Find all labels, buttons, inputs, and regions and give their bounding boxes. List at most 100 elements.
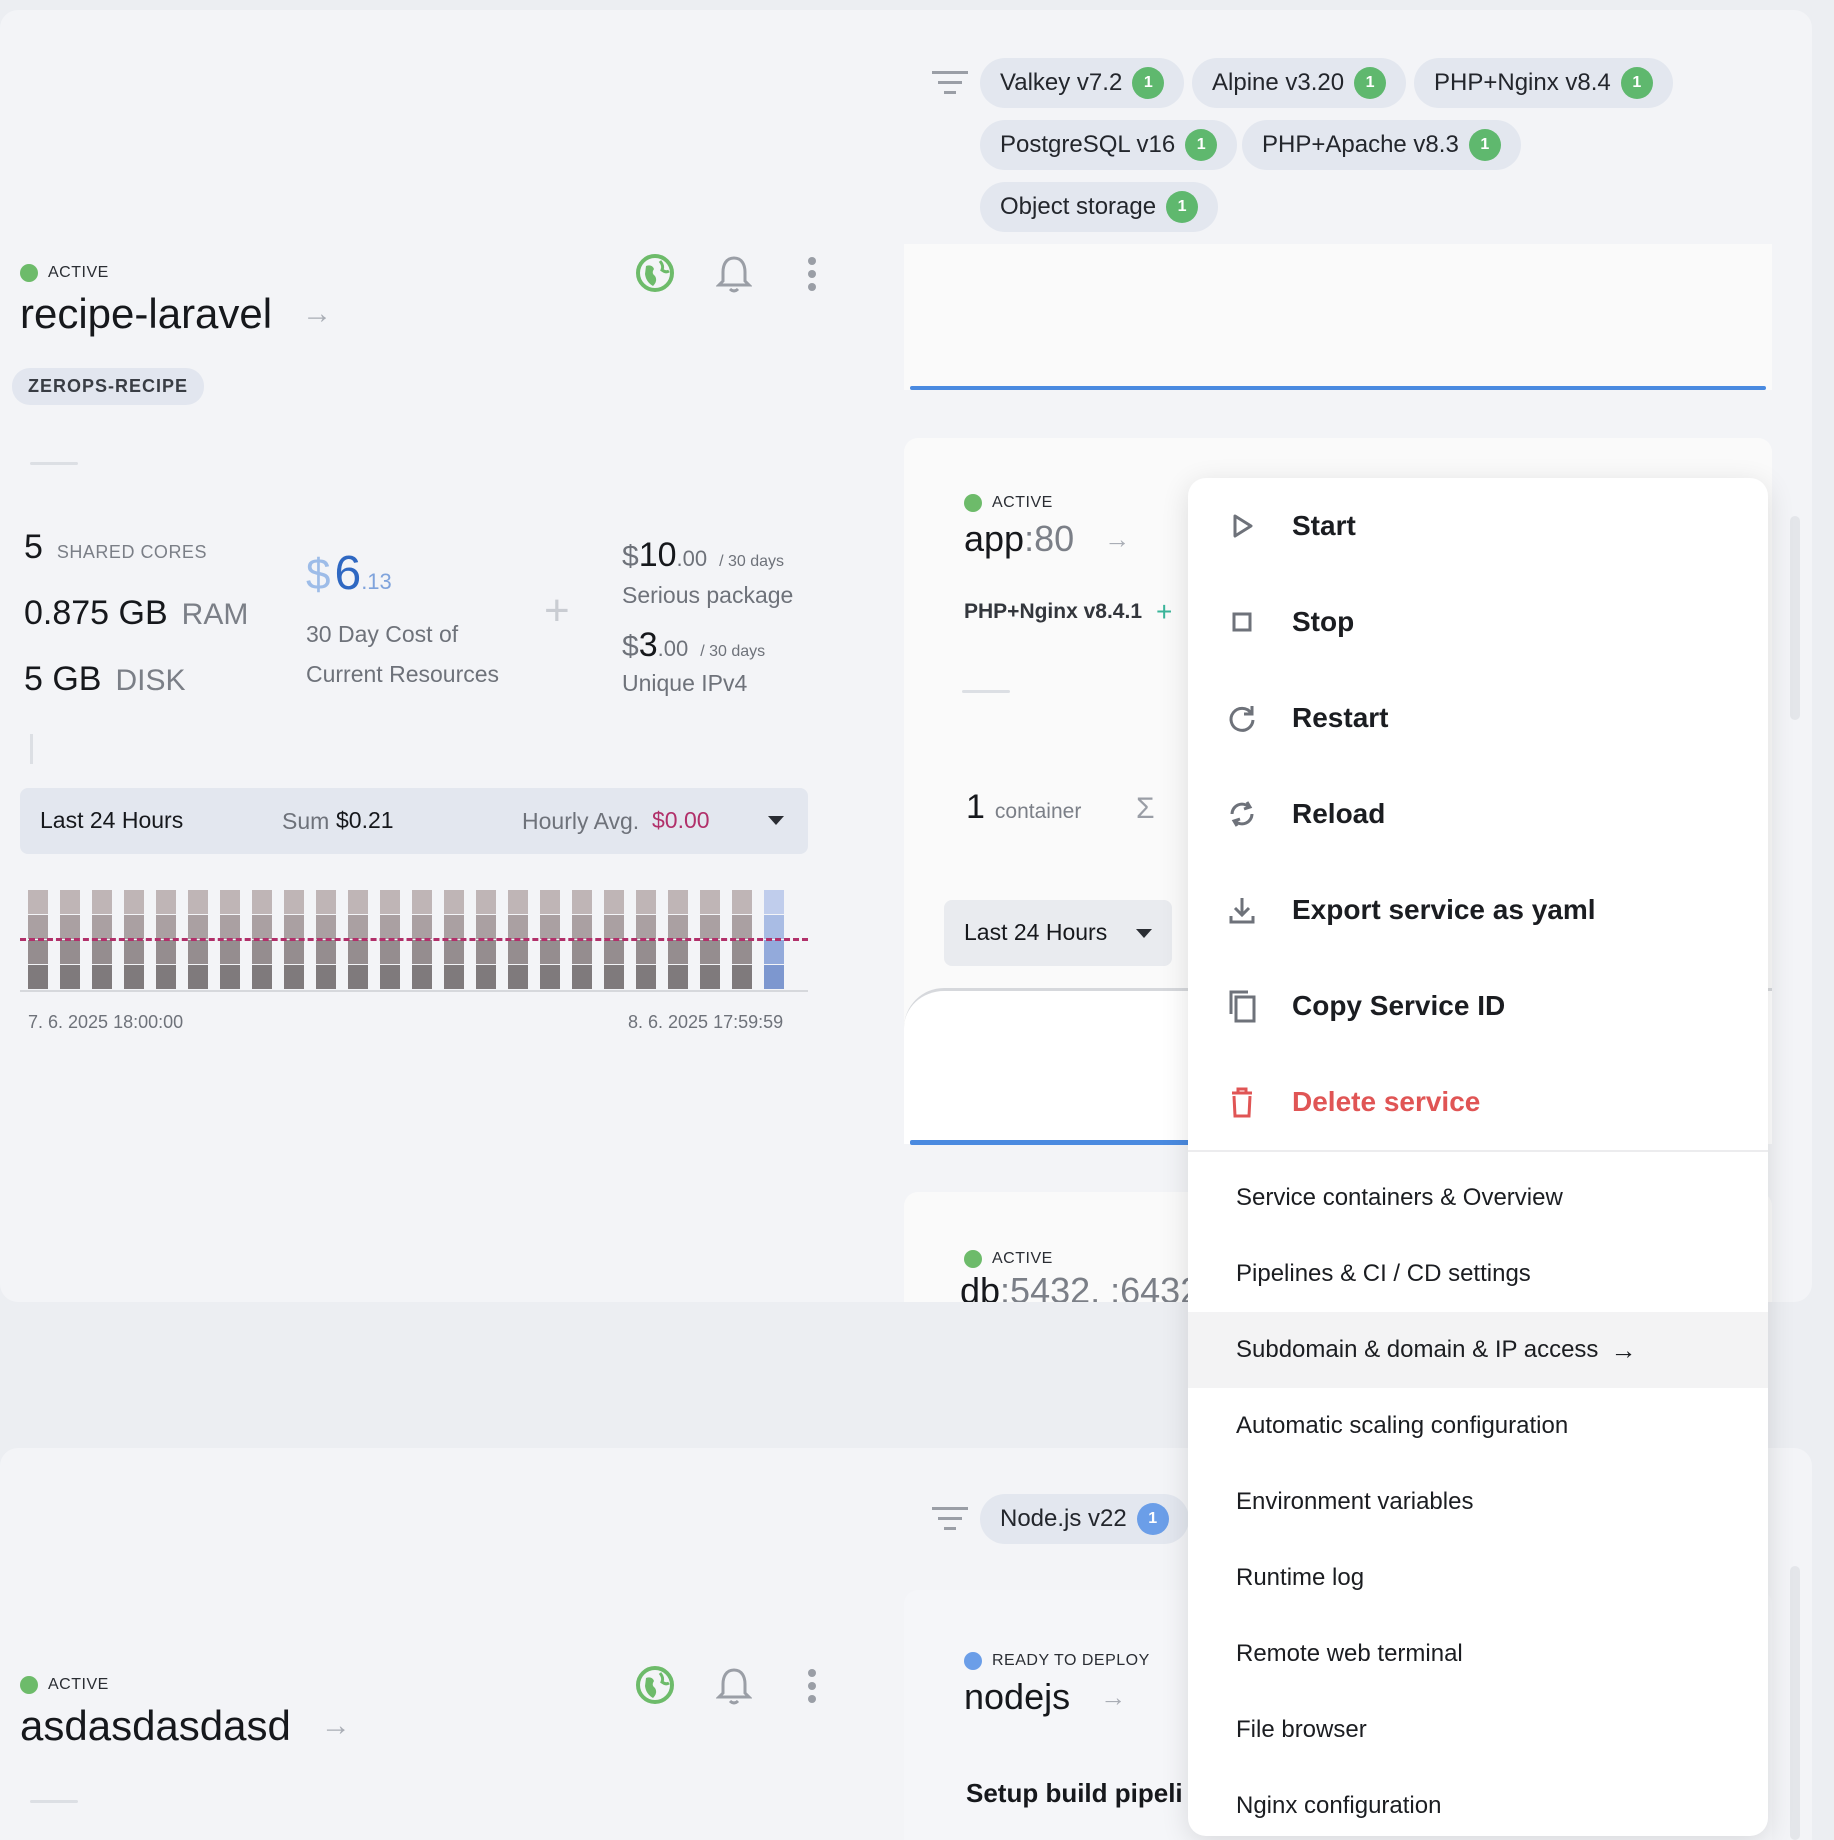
more-vert-icon[interactable] [806,1668,818,1704]
chart-bar-segment [732,940,752,964]
chart-bar-segment [700,940,720,964]
chart-bar-segment [700,965,720,989]
project-name[interactable]: recipe-laravel [20,290,272,338]
cores-label: SHARED CORES [56,542,207,562]
filter-chip[interactable]: PHP+Apache v8.3 1 [1242,120,1521,170]
menu-item-start[interactable]: Start [1188,478,1768,574]
more-vert-icon[interactable] [806,256,818,292]
containers-value: 1 [966,788,985,826]
menu-item-copy-id[interactable]: Copy Service ID [1188,958,1768,1054]
filter-icon[interactable] [932,70,968,96]
globe-icon[interactable] [636,254,674,292]
chip-label: PostgreSQL v16 [1000,131,1176,158]
menu-item-restart[interactable]: Restart [1188,670,1768,766]
scrollbar[interactable] [1790,1566,1800,1840]
cost-range-selector[interactable]: Last 24 Hours Sum $0.21 Hourly Avg. $0.0… [20,788,808,854]
chart-bar-segment [124,915,144,939]
ipv4-price: $ 3 .00 / 30 days [622,626,765,665]
arrow-right-icon[interactable]: → [1100,1682,1126,1713]
menu-item-stop[interactable]: Stop [1188,574,1768,670]
chart-bar-segment [252,915,272,939]
bell-icon[interactable] [715,254,753,294]
nodejs-title-row[interactable]: nodejs → [964,1676,1126,1718]
chart-bar-segment [124,940,144,964]
filter-chip[interactable]: PostgreSQL v16 1 [980,120,1238,170]
menu-link-pipelines[interactable]: Pipelines & CI / CD settings [1188,1236,1768,1312]
arrow-right-icon[interactable]: → [302,297,332,331]
nodejs-setup[interactable]: Setup build pipeli [966,1778,1190,1809]
app-port: :80 [1024,518,1075,559]
chart-bar-segment [156,940,176,964]
package-period: / 30 days [719,553,785,570]
arrow-right-icon[interactable]: → [321,1709,351,1743]
chart-bar-segment [316,940,336,964]
app-range-selector[interactable]: Last 24 Hours [944,900,1172,966]
menu-link-nginx-config[interactable]: Nginx configuration [1188,1768,1768,1840]
project-status: ACTIVE [20,264,109,282]
chart-avg-line [20,938,808,941]
project-title-row[interactable]: recipe-laravel → [20,290,332,338]
menu-link-containers[interactable]: Service containers & Overview [1188,1160,1768,1236]
status-dot [964,1652,982,1670]
project-name[interactable]: asdasdasdasd [20,1702,291,1750]
filter-chip[interactable]: Node.js v22 1 [980,1494,1189,1544]
status-dot [964,494,982,512]
filter-icon[interactable] [932,1506,968,1532]
chart-x-axis [20,990,808,992]
chart-bar-segment [604,915,624,939]
chart-bar-segment [380,965,400,989]
chart-bar-segment [412,965,432,989]
menu-link-file-browser[interactable]: File browser [1188,1692,1768,1768]
status-label: ACTIVE [48,264,109,281]
arrow-right-icon[interactable]: → [1104,524,1130,555]
bell-icon[interactable] [715,1666,753,1706]
menu-link-web-terminal[interactable]: Remote web terminal [1188,1616,1768,1692]
chip-count: 1 [1468,129,1501,161]
app-name[interactable]: app [964,518,1024,559]
filter-chip[interactable]: Valkey v7.2 1 [980,58,1185,108]
chart-bar-segment [252,890,272,914]
caret-down-icon[interactable] [1136,929,1152,938]
service-context-menu: Start Stop Restart Reload Export service… [1188,478,1768,1836]
app-progress-line [910,1140,1210,1145]
menu-link-domain-access[interactable]: Subdomain & domain & IP access → [1188,1312,1768,1388]
chart-bar-segment [220,940,240,964]
menu-link-scaling[interactable]: Automatic scaling configuration [1188,1388,1768,1464]
globe-icon[interactable] [636,1666,674,1704]
filter-chip[interactable]: PHP+Nginx v8.4 1 [1414,58,1673,108]
chart-bar-segment [732,915,752,939]
copy-icon [1224,988,1260,1024]
scrollbar[interactable] [1790,516,1800,720]
chart-bar-segment [540,965,560,989]
sigma-icon[interactable]: Σ [1136,792,1155,826]
menu-link-env-vars[interactable]: Environment variables [1188,1464,1768,1540]
filter-chip[interactable]: Object storage 1 [980,182,1219,232]
chart-bar-segment [60,965,80,989]
plus-icon[interactable]: + [1156,596,1172,628]
chart-bar-segment [444,940,464,964]
menu-item-reload[interactable]: Reload [1188,766,1768,862]
cost-main: 6 [334,547,362,600]
chip-count: 1 [1354,67,1387,99]
nodejs-name[interactable]: nodejs [964,1676,1070,1718]
ram-label: RAM [181,598,249,631]
divider-vertical [30,734,33,764]
app-title-row[interactable]: app:80 → [964,518,1130,560]
chart-bar-segment [220,915,240,939]
play-icon [1224,508,1260,544]
caret-down-icon[interactable] [768,816,784,825]
project-title-row[interactable]: asdasdasdasd → [20,1702,351,1750]
db-title-clip: db:5432, :6432 [960,1270,1200,1302]
menu-item-export[interactable]: Export service as yaml [1188,862,1768,958]
avg-value: $0.00 [652,807,710,833]
menu-link-runtime-log[interactable]: Runtime log [1188,1540,1768,1616]
menu-item-delete[interactable]: Delete service [1188,1054,1768,1150]
chart-bar-segment [764,965,784,989]
chip-count: 1 [1620,67,1653,99]
chart-bar-segment [348,965,368,989]
db-name[interactable]: db [960,1270,1000,1302]
chart-bar-segment [284,965,304,989]
filter-chip[interactable]: Alpine v3.20 1 [1192,58,1407,108]
chart-bar-segment [348,890,368,914]
menu-item-label: Delete service [1292,1086,1481,1117]
